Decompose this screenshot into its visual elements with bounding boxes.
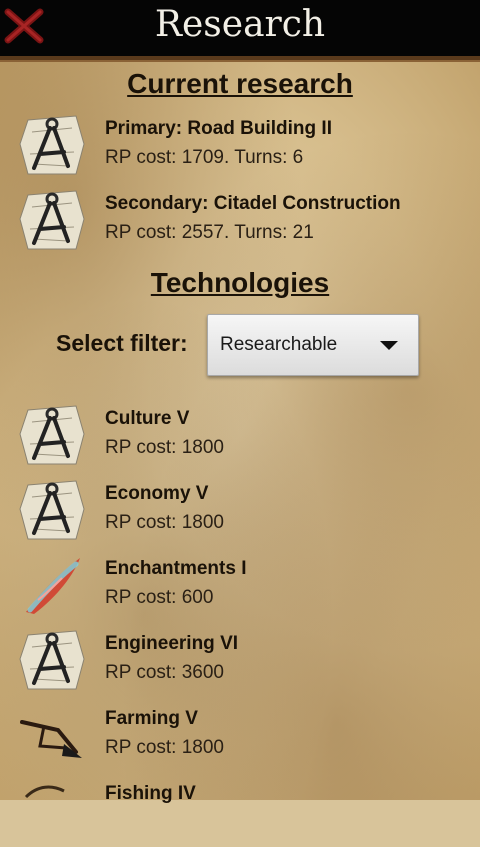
plough-icon bbox=[18, 702, 88, 768]
technology-name: Fishing IV bbox=[105, 783, 196, 804]
technology-list-item[interactable]: Culture V RP cost: 1800 bbox=[0, 400, 480, 470]
technology-list-item[interactable]: Fishing IV bbox=[0, 775, 480, 845]
technology-list-item[interactable]: Enchantments I RP cost: 600 bbox=[0, 550, 480, 620]
screen-title: Research bbox=[154, 4, 326, 45]
technology-cost: RP cost: 3600 bbox=[105, 662, 225, 683]
technology-list-item[interactable]: Economy V RP cost: 1800 bbox=[0, 475, 480, 545]
technology-name: Enchantments I bbox=[105, 558, 247, 579]
technology-cost: RP cost: 1800 bbox=[105, 737, 225, 758]
technology-name: Farming V bbox=[105, 708, 198, 729]
enchanted-blade-icon bbox=[18, 552, 88, 618]
research-cost: RP cost: 2557. Turns: 21 bbox=[105, 222, 314, 243]
compass-blueprint-icon bbox=[18, 187, 88, 253]
technology-name: Engineering VI bbox=[105, 633, 239, 654]
technologies-heading: Technologies bbox=[150, 267, 330, 298]
technology-list-item[interactable]: Farming V RP cost: 1800 bbox=[0, 700, 480, 770]
current-research-heading: Current research bbox=[127, 68, 353, 99]
technology-list-item[interactable]: Engineering VI RP cost: 3600 bbox=[0, 625, 480, 695]
compass-blueprint-icon bbox=[18, 627, 88, 693]
technology-cost: RP cost: 600 bbox=[105, 587, 214, 608]
filter-selected-value: Researchable bbox=[220, 334, 338, 355]
dropdown-arrow-icon bbox=[380, 341, 398, 350]
filter-dropdown[interactable]: Researchable bbox=[207, 314, 419, 376]
compass-blueprint-icon bbox=[18, 112, 88, 178]
technology-name: Culture V bbox=[105, 408, 190, 429]
technology-cost: RP cost: 1800 bbox=[105, 437, 225, 458]
current-research-secondary[interactable]: Secondary: Citadel Construction RP cost:… bbox=[0, 185, 480, 255]
title-bar: Research bbox=[0, 0, 480, 60]
compass-blueprint-icon bbox=[18, 402, 88, 468]
technology-cost: RP cost: 1800 bbox=[105, 512, 225, 533]
technology-name: Economy V bbox=[105, 483, 209, 504]
filter-label: Select filter: bbox=[56, 330, 188, 356]
research-name: Primary: Road Building II bbox=[105, 118, 332, 139]
fishing-icon bbox=[18, 777, 88, 843]
current-research-primary[interactable]: Primary: Road Building II RP cost: 1709.… bbox=[0, 110, 480, 180]
research-cost: RP cost: 1709. Turns: 6 bbox=[105, 147, 304, 168]
compass-blueprint-icon bbox=[18, 477, 88, 543]
research-name: Secondary: Citadel Construction bbox=[105, 193, 401, 214]
